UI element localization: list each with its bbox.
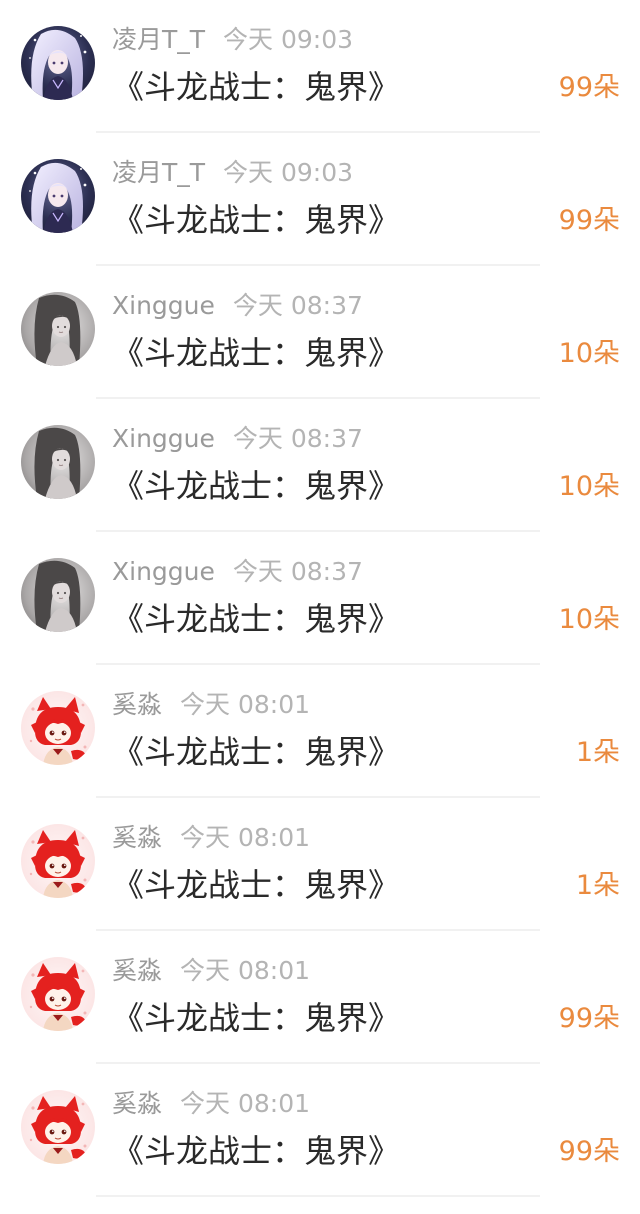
avatar[interactable] bbox=[21, 159, 95, 233]
username[interactable]: 凌月T_T bbox=[112, 25, 205, 54]
list-item[interactable]: Xinggue 今天 08:37 《斗龙战士：鬼界》 10朵 bbox=[0, 266, 640, 399]
anime-girl-silver-hair-avatar-icon bbox=[21, 26, 95, 100]
book-title[interactable]: 《斗龙战士：鬼界》 bbox=[112, 1128, 400, 1174]
flower-count: 10朵 bbox=[558, 471, 620, 502]
username[interactable]: 奚淼 bbox=[112, 1089, 162, 1118]
girl-grey-photo-avatar-icon bbox=[21, 558, 95, 632]
username[interactable]: 奚淼 bbox=[112, 690, 162, 719]
timestamp: 今天 08:01 bbox=[180, 690, 311, 719]
avatar[interactable] bbox=[21, 1090, 95, 1164]
avatar[interactable] bbox=[21, 558, 95, 632]
list-item[interactable]: Xinggue 今天 08:37 《斗龙战士：鬼界》 10朵 bbox=[0, 532, 640, 665]
book-title[interactable]: 《斗龙战士：鬼界》 bbox=[112, 197, 400, 243]
item-meta: Xinggue 今天 08:37 bbox=[112, 421, 363, 457]
flower-count: 1朵 bbox=[575, 737, 620, 768]
timestamp: 今天 08:37 bbox=[232, 557, 363, 586]
timestamp: 今天 08:01 bbox=[180, 1089, 311, 1118]
book-title[interactable]: 《斗龙战士：鬼界》 bbox=[112, 596, 400, 642]
username[interactable]: 凌月T_T bbox=[112, 158, 205, 187]
divider bbox=[96, 1195, 540, 1197]
item-meta: 奚淼 今天 08:01 bbox=[112, 687, 310, 723]
username[interactable]: Xinggue bbox=[112, 424, 215, 453]
flower-count: 99朵 bbox=[558, 205, 620, 236]
list-item[interactable]: 凌月T_T 今天 09:03 《斗龙战士：鬼界》 99朵 bbox=[0, 0, 640, 133]
timestamp: 今天 08:37 bbox=[232, 291, 363, 320]
red-fox-character-avatar-icon bbox=[21, 1090, 95, 1164]
item-meta: Xinggue 今天 08:37 bbox=[112, 288, 363, 324]
girl-grey-photo-avatar-icon bbox=[21, 292, 95, 366]
item-meta: 奚淼 今天 08:01 bbox=[112, 953, 310, 989]
red-fox-character-avatar-icon bbox=[21, 691, 95, 765]
item-meta: 凌月T_T 今天 09:03 bbox=[112, 155, 353, 191]
timestamp: 今天 09:03 bbox=[223, 25, 354, 54]
avatar[interactable] bbox=[21, 957, 95, 1031]
timestamp: 今天 08:01 bbox=[180, 956, 311, 985]
list-item[interactable]: 凌月T_T 今天 09:03 《斗龙战士：鬼界》 99朵 bbox=[0, 133, 640, 266]
item-meta: 奚淼 今天 08:01 bbox=[112, 820, 310, 856]
flower-count: 10朵 bbox=[558, 604, 620, 635]
book-title[interactable]: 《斗龙战士：鬼界》 bbox=[112, 729, 400, 775]
username[interactable]: 奚淼 bbox=[112, 956, 162, 985]
username[interactable]: Xinggue bbox=[112, 557, 215, 586]
red-fox-character-avatar-icon bbox=[21, 824, 95, 898]
timestamp: 今天 09:03 bbox=[223, 158, 354, 187]
flower-count: 99朵 bbox=[558, 72, 620, 103]
gift-record-list: 凌月T_T 今天 09:03 《斗龙战士：鬼界》 99朵 凌月T_T 今天 09:0… bbox=[0, 0, 640, 1214]
anime-girl-silver-hair-avatar-icon bbox=[21, 159, 95, 233]
username[interactable]: 奚淼 bbox=[112, 823, 162, 852]
timestamp: 今天 08:37 bbox=[232, 424, 363, 453]
flower-count: 1朵 bbox=[575, 870, 620, 901]
list-item[interactable]: 奚淼 今天 08:01 《斗龙战士：鬼界》 99朵 bbox=[0, 1064, 640, 1197]
red-fox-character-avatar-icon bbox=[21, 957, 95, 1031]
item-meta: Xinggue 今天 08:37 bbox=[112, 554, 363, 590]
book-title[interactable]: 《斗龙战士：鬼界》 bbox=[112, 995, 400, 1041]
avatar[interactable] bbox=[21, 691, 95, 765]
book-title[interactable]: 《斗龙战士：鬼界》 bbox=[112, 463, 400, 509]
book-title[interactable]: 《斗龙战士：鬼界》 bbox=[112, 862, 400, 908]
avatar[interactable] bbox=[21, 824, 95, 898]
list-item[interactable]: 奚淼 今天 08:01 《斗龙战士：鬼界》 1朵 bbox=[0, 665, 640, 798]
list-item[interactable]: 奚淼 今天 08:01 《斗龙战士：鬼界》 99朵 bbox=[0, 931, 640, 1064]
avatar[interactable] bbox=[21, 26, 95, 100]
book-title[interactable]: 《斗龙战士：鬼界》 bbox=[112, 330, 400, 376]
list-item[interactable]: 奚淼 今天 08:01 《斗龙战士：鬼界》 1朵 bbox=[0, 798, 640, 931]
list-item[interactable]: Xinggue 今天 08:37 《斗龙战士：鬼界》 10朵 bbox=[0, 399, 640, 532]
item-meta: 奚淼 今天 08:01 bbox=[112, 1086, 310, 1122]
username[interactable]: Xinggue bbox=[112, 291, 215, 320]
flower-count: 10朵 bbox=[558, 338, 620, 369]
flower-count: 99朵 bbox=[558, 1003, 620, 1034]
girl-grey-photo-avatar-icon bbox=[21, 425, 95, 499]
item-meta: 凌月T_T 今天 09:03 bbox=[112, 22, 353, 58]
timestamp: 今天 08:01 bbox=[180, 823, 311, 852]
flower-count: 99朵 bbox=[558, 1136, 620, 1167]
avatar[interactable] bbox=[21, 425, 95, 499]
avatar[interactable] bbox=[21, 292, 95, 366]
book-title[interactable]: 《斗龙战士：鬼界》 bbox=[112, 64, 400, 110]
